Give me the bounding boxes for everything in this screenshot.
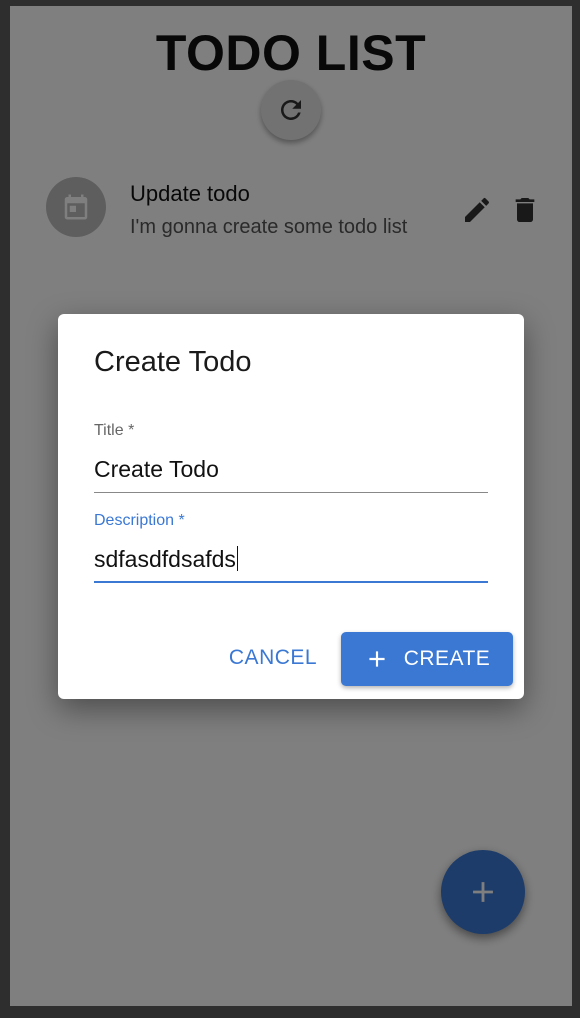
- create-todo-dialog: Create Todo Title * Create Todo Descript…: [58, 314, 524, 699]
- description-input-underline: [94, 581, 488, 583]
- text-caret: [236, 546, 239, 571]
- dialog-title: Create Todo: [94, 346, 252, 378]
- create-button-label: CREATE: [403, 647, 491, 670]
- title-input[interactable]: Create Todo: [94, 456, 219, 483]
- plus-icon: [369, 651, 385, 667]
- app-frame: TODO LIST Update todo I'm gonna create s…: [10, 6, 572, 1006]
- description-field-label: Description *: [94, 512, 185, 529]
- cancel-button[interactable]: CANCEL: [218, 636, 328, 680]
- create-button[interactable]: CREATE: [341, 632, 513, 686]
- description-input[interactable]: sdfasdfdsafds: [94, 546, 239, 573]
- title-input-underline: [94, 492, 488, 493]
- title-field-label: Title *: [94, 422, 135, 439]
